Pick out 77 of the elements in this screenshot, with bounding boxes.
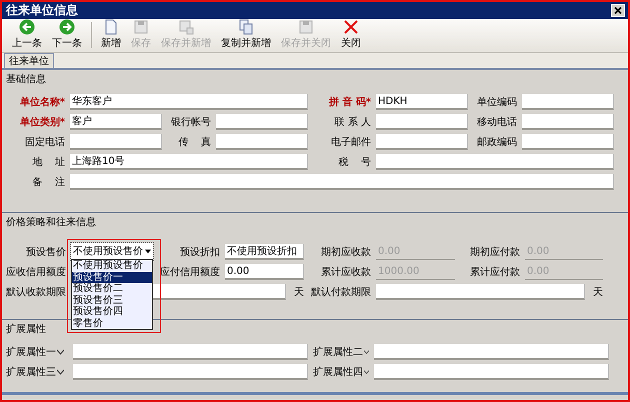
input-field[interactable] bbox=[522, 134, 614, 150]
input-field[interactable] bbox=[522, 94, 614, 110]
section-title: 基础信息 bbox=[6, 72, 46, 86]
input-field[interactable] bbox=[216, 114, 308, 130]
field-label: 备 注 bbox=[31, 176, 65, 189]
field-label: 地 址 bbox=[31, 156, 65, 169]
field-label: 税 号 bbox=[337, 156, 371, 169]
copy-documents-icon bbox=[238, 19, 254, 35]
input-field[interactable] bbox=[376, 284, 585, 300]
field-label: 银行帐号 bbox=[170, 116, 211, 129]
field-label: 单位编码 bbox=[476, 96, 517, 109]
input-field[interactable] bbox=[73, 344, 308, 360]
field-label: 单位类别* bbox=[18, 116, 65, 129]
floppy-disk-icon bbox=[178, 19, 194, 35]
toolbar-button[interactable]: 上一条 bbox=[8, 19, 46, 50]
toolbar-button[interactable]: 下一条 bbox=[48, 19, 86, 50]
small-caret-icon bbox=[364, 369, 369, 375]
field-label: 单位名称* bbox=[18, 96, 65, 109]
field-label: 预设折扣 bbox=[179, 246, 220, 258]
input-field[interactable]: 0.00 bbox=[225, 264, 304, 280]
field-label: 期初应收款 bbox=[320, 246, 371, 258]
field-label: 应付信用额度 bbox=[159, 266, 220, 279]
field-label: 邮政编码 bbox=[476, 136, 517, 149]
field-label: 拼 音 码* bbox=[328, 95, 371, 109]
field-label: 期初应付款 bbox=[469, 246, 520, 258]
dropdown-option[interactable]: 不使用预设售价 bbox=[72, 260, 152, 272]
field-label: 固定电话 bbox=[24, 136, 65, 149]
input-field[interactable] bbox=[374, 344, 609, 360]
input-field[interactable] bbox=[522, 114, 614, 130]
input-field[interactable] bbox=[374, 364, 609, 380]
field-label: 联 系 人 bbox=[334, 116, 371, 129]
window-title: 往来单位信息 bbox=[6, 2, 78, 19]
field-label: 扩展属性一 bbox=[6, 346, 56, 359]
close-icon[interactable] bbox=[611, 4, 625, 17]
input-field[interactable] bbox=[376, 134, 468, 150]
dropdown-option[interactable]: 预设售价一 bbox=[72, 272, 152, 283]
toolbar-button[interactable]: 新增 bbox=[97, 19, 125, 50]
input-field[interactable] bbox=[70, 134, 162, 150]
field-label: 移动电话 bbox=[476, 116, 517, 129]
dropdown-option[interactable]: 预设售价四 bbox=[72, 306, 152, 318]
input-field[interactable] bbox=[376, 154, 614, 170]
field-label: 扩展属性三 bbox=[6, 366, 56, 379]
input-field[interactable] bbox=[376, 114, 468, 130]
input-field[interactable] bbox=[216, 134, 308, 150]
dropdown-option[interactable]: 预设售价二 bbox=[72, 283, 152, 294]
field-label: 扩展属性四 bbox=[313, 366, 363, 379]
section-title: 扩展属性 bbox=[6, 322, 46, 336]
dropdown-select[interactable]: 不使用预设售价 bbox=[71, 243, 153, 260]
field-label: 应收信用额度 bbox=[6, 266, 66, 279]
field-label: 默认收款期限 bbox=[6, 286, 66, 299]
input-field[interactable]: 不使用预设折扣 bbox=[225, 244, 304, 260]
small-caret-icon bbox=[364, 349, 369, 355]
dropdown-caret-icon bbox=[145, 248, 151, 254]
field-label: 预设售价 bbox=[25, 246, 66, 258]
toolbar-button[interactable]: 关闭 bbox=[337, 19, 365, 50]
dropdown-option[interactable]: 预设售价三 bbox=[72, 294, 152, 306]
field-label: 传 真 bbox=[177, 136, 211, 149]
small-caret-icon bbox=[57, 369, 64, 375]
input-field[interactable]: 上海路10号 bbox=[70, 154, 308, 170]
dropdown-option[interactable]: 零售价 bbox=[72, 318, 152, 329]
field-label: 累计应付款 bbox=[469, 266, 520, 279]
input-field[interactable]: HDKH bbox=[376, 94, 468, 110]
unit-label: 天 bbox=[294, 286, 304, 299]
close-icon bbox=[343, 19, 359, 35]
input-field[interactable]: 客户 bbox=[70, 114, 162, 130]
field-label: 累计应收款 bbox=[320, 266, 371, 279]
unit-label: 天 bbox=[593, 286, 603, 299]
small-caret-icon bbox=[57, 349, 64, 355]
input-field[interactable] bbox=[73, 364, 308, 380]
toolbar-button[interactable]: 复制并新增 bbox=[217, 19, 275, 50]
field-label: 电子邮件 bbox=[330, 136, 371, 149]
section-title: 价格策略和往来信息 bbox=[6, 216, 96, 229]
field-label: 默认付款期限 bbox=[310, 286, 371, 299]
tab[interactable]: 往来单位 bbox=[4, 53, 54, 68]
input-field[interactable] bbox=[70, 174, 614, 190]
field-label: 扩展属性二 bbox=[313, 346, 363, 359]
input-field[interactable]: 华东客户 bbox=[70, 94, 308, 110]
